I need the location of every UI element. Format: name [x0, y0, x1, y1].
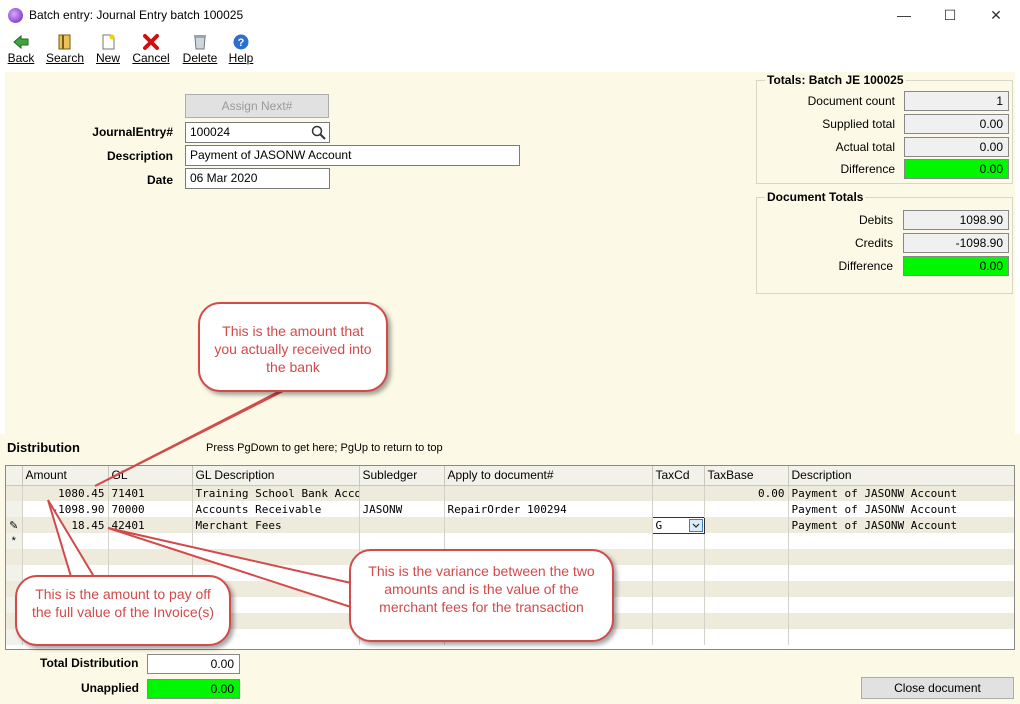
invoice-amount-callout: This is the amount to pay off the full v…	[15, 575, 231, 646]
bank-amount-callout: This is the amount that you actually rec…	[198, 302, 388, 392]
bank-callout-pointer	[94, 384, 296, 487]
invoice-callout-pointer	[47, 499, 98, 581]
variance-callout: This is the variance between the two amo…	[349, 549, 614, 642]
